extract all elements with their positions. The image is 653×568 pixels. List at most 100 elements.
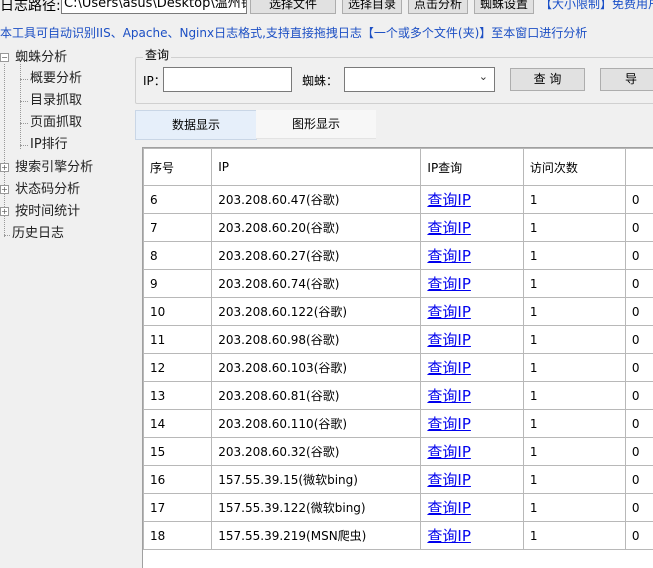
chevron-down-icon[interactable]: ⌄ xyxy=(479,70,488,83)
ip-input[interactable] xyxy=(163,67,292,92)
expand-icon[interactable]: + xyxy=(0,207,9,216)
select-file-button[interactable]: 选择文件 xyxy=(250,0,336,14)
column-header-ip-lookup[interactable]: IP查询 xyxy=(421,149,523,186)
cell-ip: 203.208.60.32(谷歌) xyxy=(212,438,421,466)
cell-visits: 1 xyxy=(523,214,625,242)
table-row[interactable]: 14203.208.60.110(谷歌) 查询IP 10 xyxy=(144,410,653,438)
collapse-icon[interactable]: − xyxy=(0,53,9,62)
cell-ip-lookup: 查询IP xyxy=(421,466,523,494)
cell-no: 17 xyxy=(144,494,212,522)
table-header-row: 序号 IP IP查询 访问次数 xyxy=(144,149,653,186)
tree-item-dir-crawl[interactable]: 目录抓取 xyxy=(30,92,82,110)
table-row[interactable]: 6203.208.60.47(谷歌)查询IP10 xyxy=(144,186,653,214)
log-path-input[interactable]: C:\Users\asus\Desktop\温州钢结构_ xyxy=(61,0,247,14)
tree-item-status-code[interactable]: + 状态码分析 xyxy=(0,181,80,199)
cell-visits: 1 xyxy=(523,410,625,438)
expand-icon[interactable]: + xyxy=(0,163,9,172)
ip-lookup-link[interactable]: 查询IP xyxy=(427,387,470,405)
analyze-button[interactable]: 点击分析 xyxy=(408,0,468,14)
tree-line xyxy=(20,64,21,149)
ip-lookup-link[interactable]: 查询IP xyxy=(427,359,470,377)
log-path-label: 日志路径: xyxy=(0,0,61,16)
cell-extra: 0 xyxy=(625,466,653,494)
expand-icon[interactable]: + xyxy=(0,185,9,194)
ip-lookup-link[interactable]: 查询IP xyxy=(427,527,470,545)
cell-ip-lookup: 查询IP xyxy=(421,494,523,522)
column-header-visits[interactable]: 访问次数 xyxy=(523,149,625,186)
spider-select[interactable]: ⌄ xyxy=(344,67,495,92)
tree-line xyxy=(20,123,28,124)
cell-visits: 1 xyxy=(523,466,625,494)
cell-visits: 1 xyxy=(523,438,625,466)
tree-item-ip-ranking[interactable]: IP排行 xyxy=(30,136,68,154)
cell-no: 6 xyxy=(144,186,212,214)
cell-ip: 157.55.39.219(MSN爬虫) xyxy=(212,522,421,550)
table-row[interactable]: 7203.208.60.20(谷歌)查询IP10 xyxy=(144,214,653,242)
table-row[interactable]: 15203.208.60.32(谷歌)查询IP10 xyxy=(144,438,653,466)
ip-lookup-link[interactable]: 查询IP xyxy=(427,303,470,321)
cell-ip-lookup: 查询IP xyxy=(421,242,523,270)
ip-lookup-link[interactable]: 查询IP xyxy=(427,415,470,433)
cell-extra: 0 xyxy=(625,410,653,438)
tree-item-spider-analysis[interactable]: − 蜘蛛分析 xyxy=(0,49,67,67)
cell-extra: 0 xyxy=(625,326,653,354)
tree-item-by-time[interactable]: + 按时间统计 xyxy=(0,203,80,221)
cell-ip: 203.208.60.103(谷歌) xyxy=(212,354,421,382)
table-row[interactable]: 18157.55.39.219(MSN爬虫)查询IP10 xyxy=(144,522,653,550)
table-row[interactable]: 17157.55.39.122(微软bing)查询IP10 xyxy=(144,494,653,522)
cell-visits: 1 xyxy=(523,242,625,270)
cell-extra: 0 xyxy=(625,298,653,326)
column-header-extra[interactable] xyxy=(625,149,653,186)
table-row[interactable]: 12203.208.60.103(谷歌)查询IP10 xyxy=(144,354,653,382)
tree-item-overview[interactable]: 概要分析 xyxy=(30,70,82,88)
data-grid[interactable]: 序号 IP IP查询 访问次数 6203.208.60.47(谷歌)查询IP10… xyxy=(142,147,653,568)
column-header-no[interactable]: 序号 xyxy=(144,149,212,186)
size-limit-link[interactable]: 【大小限制】免费用户 xyxy=(540,0,653,12)
cell-extra: 0 xyxy=(625,522,653,550)
spider-settings-button[interactable]: 蜘蛛设置 xyxy=(474,0,534,14)
ip-table: 序号 IP IP查询 访问次数 6203.208.60.47(谷歌)查询IP10… xyxy=(143,148,653,550)
cell-visits: 1 xyxy=(523,326,625,354)
column-header-ip[interactable]: IP xyxy=(212,149,421,186)
table-row[interactable]: 8203.208.60.27(谷歌)查询IP10 xyxy=(144,242,653,270)
ip-lookup-link[interactable]: 查询IP xyxy=(427,499,470,517)
tree-item-history[interactable]: 历史日志 xyxy=(12,225,64,243)
tree-item-label: 搜索引擎分析 xyxy=(15,160,93,175)
ip-lookup-link[interactable]: 查询IP xyxy=(427,331,470,349)
export-button[interactable]: 导 xyxy=(600,68,653,91)
query-button[interactable]: 查 询 xyxy=(510,68,585,91)
cell-ip-lookup: 查询IP xyxy=(421,270,523,298)
cell-extra: 0 xyxy=(625,214,653,242)
cell-ip-lookup: 查询IP xyxy=(421,326,523,354)
table-row[interactable]: 16157.55.39.15(微软bing)查询IP10 xyxy=(144,466,653,494)
tree-item-search-engine[interactable]: + 搜索引擎分析 xyxy=(0,159,93,177)
table-row[interactable]: 10203.208.60.122(谷歌)查询IP10 xyxy=(144,298,653,326)
table-row[interactable]: 9203.208.60.74(谷歌)查询IP10 xyxy=(144,270,653,298)
select-dir-button[interactable]: 选择目录 xyxy=(342,0,402,14)
ip-lookup-link[interactable]: 查询IP xyxy=(427,443,470,461)
cell-ip: 203.208.60.110(谷歌) xyxy=(212,410,421,438)
ip-lookup-link[interactable]: 查询IP xyxy=(427,219,470,237)
tree-line xyxy=(4,235,10,236)
tree-item-page-crawl[interactable]: 页面抓取 xyxy=(30,114,82,132)
cell-no: 14 xyxy=(144,410,212,438)
ip-lookup-link[interactable]: 查询IP xyxy=(427,275,470,293)
cell-no: 8 xyxy=(144,242,212,270)
cell-ip: 203.208.60.122(谷歌) xyxy=(212,298,421,326)
table-row[interactable]: 13203.208.60.81(谷歌)查询IP10 xyxy=(144,382,653,410)
cell-ip: 203.208.60.74(谷歌) xyxy=(212,270,421,298)
ip-lookup-link[interactable]: 查询IP xyxy=(427,191,470,209)
ip-lookup-link[interactable]: 查询IP xyxy=(427,247,470,265)
tree-line xyxy=(20,79,28,80)
cell-ip-lookup: 查询IP xyxy=(421,382,523,410)
cell-visits: 1 xyxy=(523,382,625,410)
cell-ip: 157.55.39.122(微软bing) xyxy=(212,494,421,522)
query-group-title: 查询 xyxy=(143,48,171,62)
cell-ip-lookup: 查询IP xyxy=(421,522,523,550)
table-row[interactable]: 11203.208.60.98(谷歌)查询IP10 xyxy=(144,326,653,354)
tab-data-display[interactable]: 数据显示 xyxy=(135,110,257,140)
tree-line xyxy=(20,145,28,146)
tab-chart-display[interactable]: 图形显示 xyxy=(256,110,376,139)
nav-tree: − 蜘蛛分析 概要分析 目录抓取 页面抓取 IP排行 + 搜索引擎分析 + 状态… xyxy=(0,48,132,248)
ip-lookup-link[interactable]: 查询IP xyxy=(427,471,470,489)
